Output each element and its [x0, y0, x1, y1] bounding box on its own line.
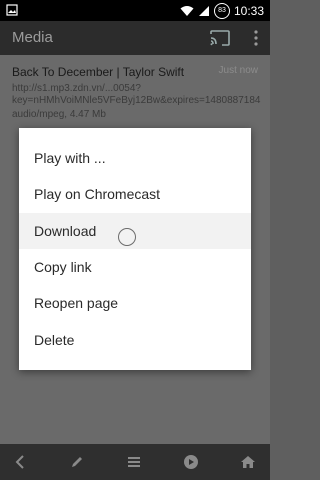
- menu-item-play-on-chromecast[interactable]: Play on Chromecast: [19, 176, 251, 212]
- bottom-toolbar: [0, 444, 270, 480]
- menu-icon[interactable]: [125, 454, 143, 470]
- page-title: Media: [12, 29, 53, 46]
- status-bar: 83 10:33: [0, 0, 270, 21]
- touch-ripple: [118, 228, 136, 246]
- list-item[interactable]: Just now Back To December | Taylor Swift…: [12, 65, 261, 120]
- image-notification-icon: [6, 4, 18, 16]
- more-vert-icon[interactable]: [254, 30, 258, 46]
- context-menu: Play with ... Play on Chromecast Downloa…: [19, 128, 251, 370]
- wifi-icon: [180, 5, 194, 16]
- menu-item-play-with[interactable]: Play with ...: [19, 140, 251, 176]
- menu-item-reopen-page[interactable]: Reopen page: [19, 285, 251, 321]
- app-bar: Media: [0, 21, 270, 55]
- play-icon[interactable]: [182, 454, 200, 470]
- cast-icon[interactable]: [210, 30, 230, 46]
- edit-icon[interactable]: [68, 454, 86, 470]
- signal-icon: [198, 5, 209, 16]
- battery-icon: 83: [213, 2, 230, 19]
- item-meta: audio/mpeg, 4.47 Mb: [12, 109, 106, 120]
- back-icon[interactable]: [12, 454, 30, 470]
- item-time: Just now: [218, 65, 258, 76]
- item-url: http://s1.mp3.zdn.vn/...0054?key=nHMhVoi…: [12, 83, 261, 106]
- home-icon[interactable]: [239, 454, 257, 470]
- menu-item-delete[interactable]: Delete: [19, 322, 251, 358]
- clock-time: 10:33: [233, 3, 264, 18]
- menu-item-copy-link[interactable]: Copy link: [19, 249, 251, 285]
- menu-item-download[interactable]: Download: [19, 213, 251, 249]
